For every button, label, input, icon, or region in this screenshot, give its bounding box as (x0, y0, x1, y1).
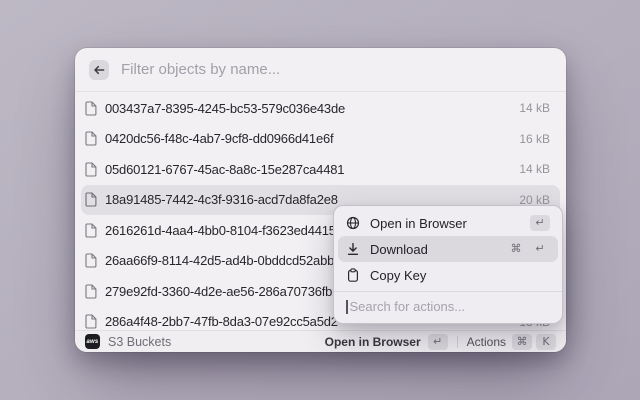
actions-menu: Open in Browser ↵ Download ⌘ ↵ Copy Key (333, 205, 563, 324)
object-name: 05d60121-6767-45ac-8a8c-15e287ca4481 (105, 162, 519, 177)
extension-name: S3 Buckets (108, 335, 171, 349)
object-name: 0420dc56-f48c-4ab7-9cf8-dd0966d41e6f (105, 131, 519, 146)
object-size: 16 kB (519, 132, 550, 146)
menu-item-label: Copy Key (370, 268, 550, 283)
raycast-window: Filter objects by name... 003437a7-8395-… (75, 48, 566, 352)
list-item[interactable]: 05d60121-6767-45ac-8a8c-15e287ca4481 14 … (81, 154, 560, 185)
cmd-key-badge: ⌘ (512, 334, 532, 350)
actions-search-placeholder: Search for actions... (350, 299, 466, 314)
file-icon (85, 192, 97, 207)
file-icon (85, 314, 97, 329)
list-item[interactable]: 0420dc56-f48c-4ab7-9cf8-dd0966d41e6f 16 … (81, 124, 560, 155)
file-icon (85, 284, 97, 299)
return-key-badge: ↵ (428, 334, 448, 350)
menu-item-download[interactable]: Download ⌘ ↵ (338, 236, 558, 262)
aws-logo-icon: aws (85, 334, 100, 349)
globe-icon (346, 216, 360, 230)
object-size: 14 kB (519, 162, 550, 176)
menu-item-label: Open in Browser (370, 216, 530, 231)
actions-button[interactable]: Actions (467, 335, 506, 349)
file-icon (85, 223, 97, 238)
return-key-badge: ↵ (530, 215, 550, 231)
file-icon (85, 101, 97, 116)
menu-item-open-in-browser[interactable]: Open in Browser ↵ (338, 210, 558, 236)
text-caret (346, 300, 348, 314)
cmd-key-badge: ⌘ (506, 241, 526, 257)
status-bar: aws S3 Buckets Open in Browser ↵ Actions… (75, 330, 566, 352)
file-icon (85, 131, 97, 146)
actions-search-input[interactable]: Search for actions... (338, 292, 558, 319)
primary-action-button[interactable]: Open in Browser (325, 335, 421, 349)
file-icon (85, 162, 97, 177)
search-bar: Filter objects by name... (75, 48, 566, 92)
return-key-badge: ↵ (530, 241, 550, 257)
file-icon (85, 253, 97, 268)
object-size: 14 kB (519, 101, 550, 115)
list-item[interactable]: 003437a7-8395-4245-bc53-579c036e43de 14 … (81, 93, 560, 124)
search-input[interactable]: Filter objects by name... (121, 61, 280, 78)
k-key-badge: K (536, 334, 556, 350)
menu-item-copy-key[interactable]: Copy Key (338, 262, 558, 288)
footer-divider (457, 336, 458, 348)
back-button[interactable] (89, 60, 109, 80)
object-name: 003437a7-8395-4245-bc53-579c036e43de (105, 101, 519, 116)
back-arrow-icon (93, 64, 105, 76)
clipboard-icon (346, 268, 360, 282)
menu-item-label: Download (370, 242, 506, 257)
download-icon (346, 242, 360, 256)
